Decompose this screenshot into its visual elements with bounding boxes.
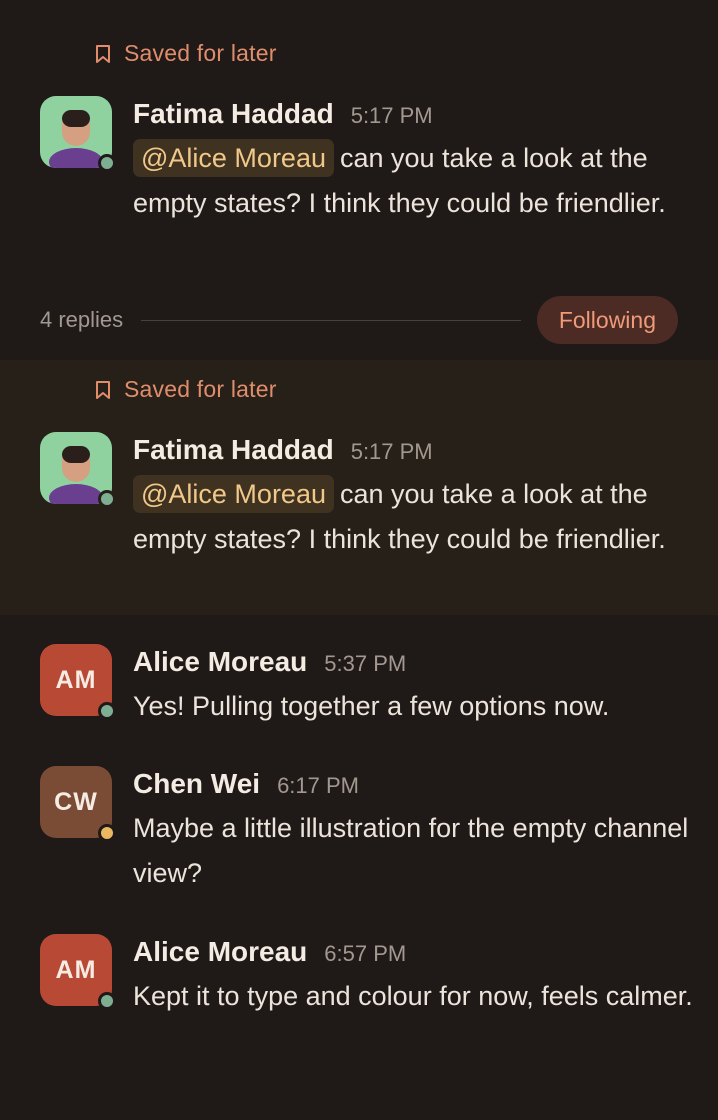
saved-label: Saved for later bbox=[124, 376, 277, 402]
saved-for-later-indicator: Saved for later bbox=[94, 40, 277, 67]
following-button[interactable]: Following bbox=[536, 296, 678, 344]
user-mention[interactable]: @Alice Moreau bbox=[133, 475, 334, 513]
timestamp[interactable]: 5:17 PM bbox=[351, 439, 433, 465]
divider bbox=[141, 319, 521, 321]
author-name[interactable]: Chen Wei bbox=[133, 768, 260, 800]
avatar[interactable]: AM bbox=[40, 644, 116, 720]
author-name[interactable]: Alice Moreau bbox=[133, 936, 307, 968]
bookmark-icon bbox=[96, 44, 110, 63]
thread-root-highlight: Saved for later Fatima Haddad 5:17 PM @A… bbox=[0, 360, 718, 615]
presence-online-icon bbox=[98, 992, 116, 1010]
saved-for-later-indicator: Saved for later bbox=[94, 376, 277, 403]
avatar[interactable]: CW bbox=[40, 766, 116, 842]
saved-message-section: Saved for later Fatima Haddad 5:17 PM @A… bbox=[0, 0, 718, 360]
bookmark-icon bbox=[96, 380, 110, 399]
avatar[interactable] bbox=[40, 96, 116, 172]
timestamp[interactable]: 5:37 PM bbox=[324, 651, 406, 677]
user-mention[interactable]: @Alice Moreau bbox=[133, 139, 334, 177]
timestamp[interactable]: 6:17 PM bbox=[277, 773, 359, 799]
timestamp[interactable]: 5:17 PM bbox=[351, 103, 433, 129]
presence-online-icon bbox=[98, 490, 116, 508]
author-name[interactable]: Fatima Haddad bbox=[133, 434, 334, 466]
replies-count[interactable]: 4 replies bbox=[40, 307, 123, 333]
presence-online-icon bbox=[98, 702, 116, 720]
message-body: Kept it to type and colour for now, feel… bbox=[133, 981, 693, 1011]
author-name[interactable]: Fatima Haddad bbox=[133, 98, 334, 130]
avatar[interactable] bbox=[40, 432, 116, 508]
presence-online-icon bbox=[98, 154, 116, 172]
presence-away-icon bbox=[98, 824, 116, 842]
message-text: @Alice Moreau can you take a look at the … bbox=[133, 136, 693, 226]
thread-footer: 4 replies Following bbox=[40, 296, 678, 344]
message-body: Maybe a little illustration for the empt… bbox=[133, 813, 689, 888]
message-text: @Alice Moreau can you take a look at the … bbox=[133, 472, 693, 562]
message-body: Yes! Pulling together a few options now. bbox=[133, 691, 610, 721]
avatar[interactable]: AM bbox=[40, 934, 116, 1010]
author-name[interactable]: Alice Moreau bbox=[133, 646, 307, 678]
saved-label: Saved for later bbox=[124, 40, 277, 66]
timestamp[interactable]: 6:57 PM bbox=[324, 941, 406, 967]
